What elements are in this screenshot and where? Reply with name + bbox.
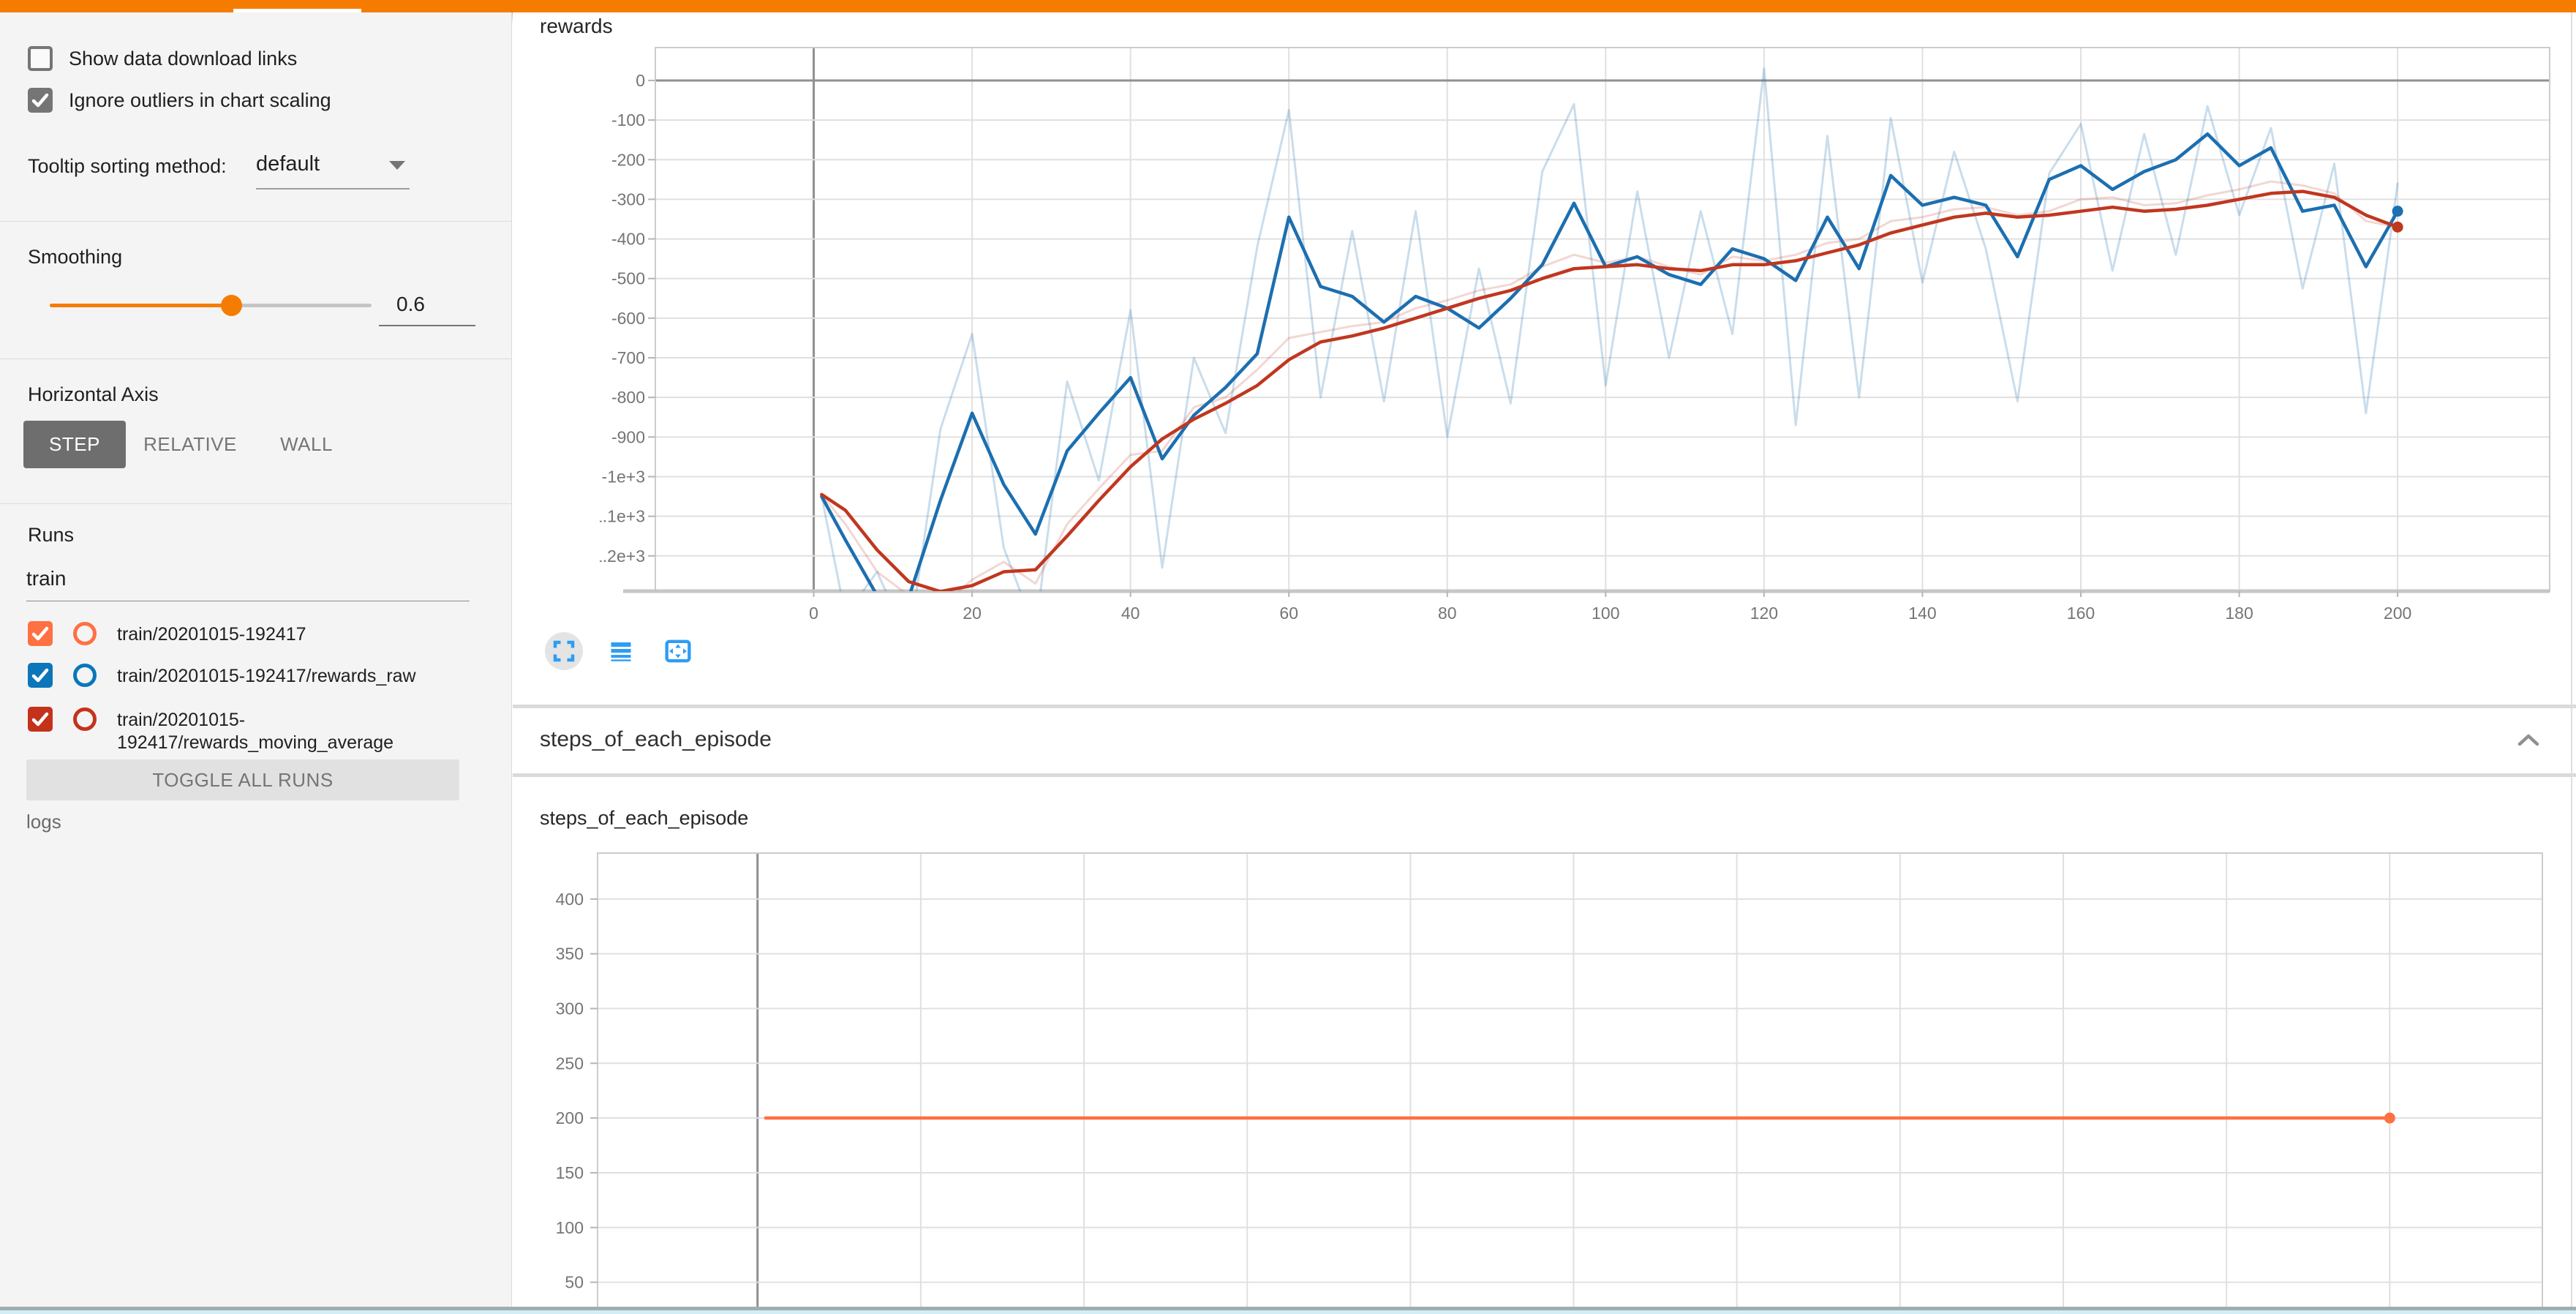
ignore-outliers-checkbox[interactable]: [28, 88, 53, 113]
svg-text:0: 0: [636, 71, 645, 90]
svg-text:200: 200: [2384, 604, 2411, 623]
show-download-links-label: Show data download links: [69, 48, 297, 70]
fullscreen-button[interactable]: [545, 632, 583, 670]
run-color-ring[interactable]: [73, 664, 97, 687]
svg-text:-600: -600: [611, 309, 645, 328]
svg-text:100: 100: [1592, 604, 1619, 623]
steps-section-header[interactable]: steps_of_each_episode: [513, 708, 2572, 773]
log-scale-icon: [608, 638, 634, 664]
svg-text:250: 250: [556, 1054, 584, 1073]
settings-sidebar: Show data download links Ignore outliers…: [0, 12, 512, 1314]
run-label: train/20201015-192417/rewards_raw: [117, 665, 512, 688]
run-checkbox[interactable]: [28, 663, 53, 688]
axis-step-button[interactable]: STEP: [23, 421, 126, 468]
svg-text:-300: -300: [611, 189, 645, 209]
show-download-links-row[interactable]: Show data download links: [28, 46, 297, 71]
smoothing-value-input[interactable]: 0.6: [379, 293, 475, 326]
fit-domain-button[interactable]: [659, 632, 697, 670]
steps-chart-title: steps_of_each_episode: [540, 807, 748, 830]
svg-text:200: 200: [556, 1108, 584, 1127]
runs-filter-input[interactable]: train: [26, 567, 470, 601]
ignore-outliers-row[interactable]: Ignore outliers in chart scaling: [28, 88, 331, 113]
horizontal-scrollbar[interactable]: [0, 1310, 2576, 1314]
svg-text:80: 80: [1438, 604, 1457, 623]
rewards-chart-title: rewards: [540, 15, 613, 38]
run-checkbox[interactable]: [28, 621, 53, 646]
runs-label: Runs: [28, 524, 74, 547]
svg-text:-1.1e+3: -1.1e+3: [600, 507, 645, 526]
rewards-line-chart[interactable]: 0 -100 -200 -300 -400 -500 -600 -700 -800 -900 -1e…: [600, 44, 2567, 637]
smoothing-label: Smoothing: [28, 246, 122, 269]
dashboard-main: rewards 0 -100 -200 -300 -400 -500 -600 -700 -80…: [513, 12, 2576, 1314]
run-color-ring[interactable]: [73, 622, 97, 645]
smoothing-slider-fill: [50, 304, 231, 307]
fit-domain-icon: [664, 638, 692, 664]
divider: [0, 358, 512, 359]
check-icon: [30, 623, 50, 644]
logs-path-label: logs: [26, 811, 61, 833]
svg-text:50: 50: [565, 1273, 584, 1292]
divider: [0, 503, 512, 504]
run-color-ring[interactable]: [73, 707, 97, 731]
svg-text:160: 160: [2067, 604, 2095, 623]
axis-wall-button[interactable]: WALL: [257, 421, 355, 468]
chevron-up-icon: [2514, 732, 2543, 748]
run-row[interactable]: train/20201015-192417/rewards_moving_ave…: [28, 707, 512, 754]
svg-text:150: 150: [556, 1163, 584, 1182]
toggle-all-runs-button[interactable]: TOGGLE ALL RUNS: [26, 759, 459, 800]
svg-text:-1.2e+3: -1.2e+3: [600, 547, 645, 566]
svg-text:-900: -900: [611, 427, 645, 446]
svg-text:-1e+3: -1e+3: [602, 467, 645, 486]
run-checkbox[interactable]: [28, 707, 53, 732]
tensorboard-app: Show data download links Ignore outliers…: [0, 0, 2576, 1314]
run-row[interactable]: train/20201015-192417/rewards_raw: [28, 663, 512, 688]
axis-relative-button[interactable]: RELATIVE: [140, 421, 240, 468]
svg-text:300: 300: [556, 999, 584, 1018]
tooltip-sorting-label: Tooltip sorting method:: [28, 155, 227, 178]
steps-line-chart[interactable]: 400 350 300 250 200 150 100 50: [541, 849, 2567, 1314]
collapse-section-button[interactable]: [2514, 732, 2543, 751]
check-icon: [30, 90, 50, 110]
page-right-edge: [2571, 12, 2572, 1314]
chevron-down-icon: [389, 161, 405, 170]
steps-section-title: steps_of_each_episode: [540, 727, 772, 752]
app-toolbar: [0, 0, 2576, 12]
svg-text:-400: -400: [611, 230, 645, 249]
fullscreen-icon: [551, 638, 577, 664]
log-scale-button[interactable]: [602, 632, 640, 670]
svg-text:140: 140: [1908, 604, 1936, 623]
section-divider: [513, 773, 2576, 777]
run-label: train/20201015-192417: [117, 623, 512, 646]
svg-text:-200: -200: [611, 150, 645, 169]
tooltip-sorting-select[interactable]: default: [256, 152, 410, 189]
check-icon: [30, 665, 50, 686]
divider: [0, 221, 512, 222]
svg-text:-700: -700: [611, 348, 645, 367]
svg-text:40: 40: [1121, 604, 1140, 623]
svg-text:-800: -800: [611, 388, 645, 407]
svg-text:350: 350: [556, 945, 584, 964]
ignore-outliers-label: Ignore outliers in chart scaling: [69, 89, 331, 112]
svg-text:100: 100: [556, 1218, 584, 1237]
tooltip-sorting-value: default: [256, 152, 320, 176]
svg-text:0: 0: [809, 604, 818, 623]
horizontal-axis-label: Horizontal Axis: [28, 383, 159, 406]
run-row[interactable]: train/20201015-192417: [28, 621, 512, 646]
check-icon: [30, 709, 50, 729]
svg-text:400: 400: [556, 890, 584, 909]
svg-text:60: 60: [1279, 604, 1298, 623]
svg-text:20: 20: [963, 604, 982, 623]
run-label: train/20201015-192417/rewards_moving_ave…: [117, 709, 512, 754]
smoothing-slider-thumb[interactable]: [221, 295, 242, 316]
svg-text:-500: -500: [611, 269, 645, 288]
svg-text:120: 120: [1750, 604, 1778, 623]
chart-toolbar: [545, 632, 697, 670]
svg-text:-100: -100: [611, 110, 645, 129]
show-download-links-checkbox[interactable]: [28, 46, 53, 71]
svg-text:180: 180: [2225, 604, 2253, 623]
